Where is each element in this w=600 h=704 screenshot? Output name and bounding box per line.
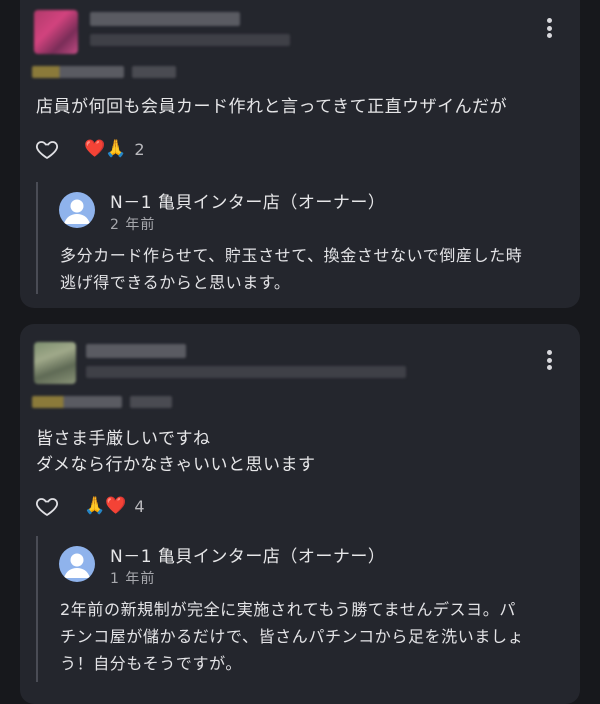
reactions[interactable]: ❤️🙏 2 — [84, 139, 145, 159]
reply-text: 多分カード作らせて、貯玉させて、換金させないで倒産した時 逃げ得できるからと思い… — [60, 246, 523, 292]
reaction-count: 4 — [134, 496, 145, 516]
reviewer-avatar[interactable] — [34, 10, 78, 54]
review-card: 皆さま手厳しいですね ダメなら行かなきゃいいと思います 🙏❤️ 4 N－1 亀貝… — [20, 324, 580, 704]
owner-reply: N－1 亀貝インター店（オーナー） 1 年前 2年前の新規制が完全に実施されても… — [36, 536, 556, 682]
person-avatar-icon[interactable] — [59, 192, 95, 228]
reviewer-name[interactable] — [90, 12, 240, 26]
more-options-button[interactable] — [540, 16, 558, 40]
review-actions: ❤️🙏 2 — [34, 137, 145, 161]
reaction-emojis: 🙏❤️ — [84, 496, 127, 516]
rating-stars — [32, 66, 124, 78]
reviewer-avatar[interactable] — [34, 342, 76, 384]
reaction-emojis: ❤️🙏 — [84, 139, 127, 159]
more-vert-icon — [546, 350, 552, 355]
rating-stars — [32, 396, 122, 408]
review-text: 皆さま手厳しいですね ダメなら行かなきゃいいと思います — [36, 429, 316, 475]
review-date — [132, 66, 176, 78]
reactions[interactable]: 🙏❤️ 4 — [84, 496, 145, 516]
more-vert-icon — [546, 18, 552, 23]
reviewer-meta — [90, 34, 290, 46]
reviewer-meta — [86, 366, 406, 378]
reaction-count: 2 — [134, 139, 145, 159]
reviewer-name[interactable] — [86, 344, 186, 358]
person-avatar-icon[interactable] — [59, 546, 95, 582]
owner-name[interactable]: N－1 亀貝インター店（オーナー） — [110, 542, 385, 567]
review-card: 店員が何回も会員カード作れと言ってきて正直ウザイんだが ❤️🙏 2 N－1 亀貝… — [20, 0, 580, 308]
reply-date: 1 年前 — [110, 571, 156, 587]
reply-date: 2 年前 — [110, 217, 156, 233]
review-actions: 🙏❤️ 4 — [34, 494, 145, 518]
more-options-button[interactable] — [540, 348, 558, 372]
heart-outline-icon[interactable] — [34, 494, 60, 518]
review-text: 店員が何回も会員カード作れと言ってきて正直ウザイんだが — [36, 97, 508, 117]
owner-reply: N－1 亀貝インター店（オーナー） 2 年前 多分カード作らせて、貯玉させて、換… — [36, 182, 556, 294]
review-date — [130, 396, 172, 408]
reply-text: 2年前の新規制が完全に実施されてもう勝てませんデスヨ。パ チンコ屋が儲かるだけで… — [60, 600, 525, 673]
owner-name[interactable]: N－1 亀貝インター店（オーナー） — [110, 188, 385, 213]
heart-outline-icon[interactable] — [34, 137, 60, 161]
